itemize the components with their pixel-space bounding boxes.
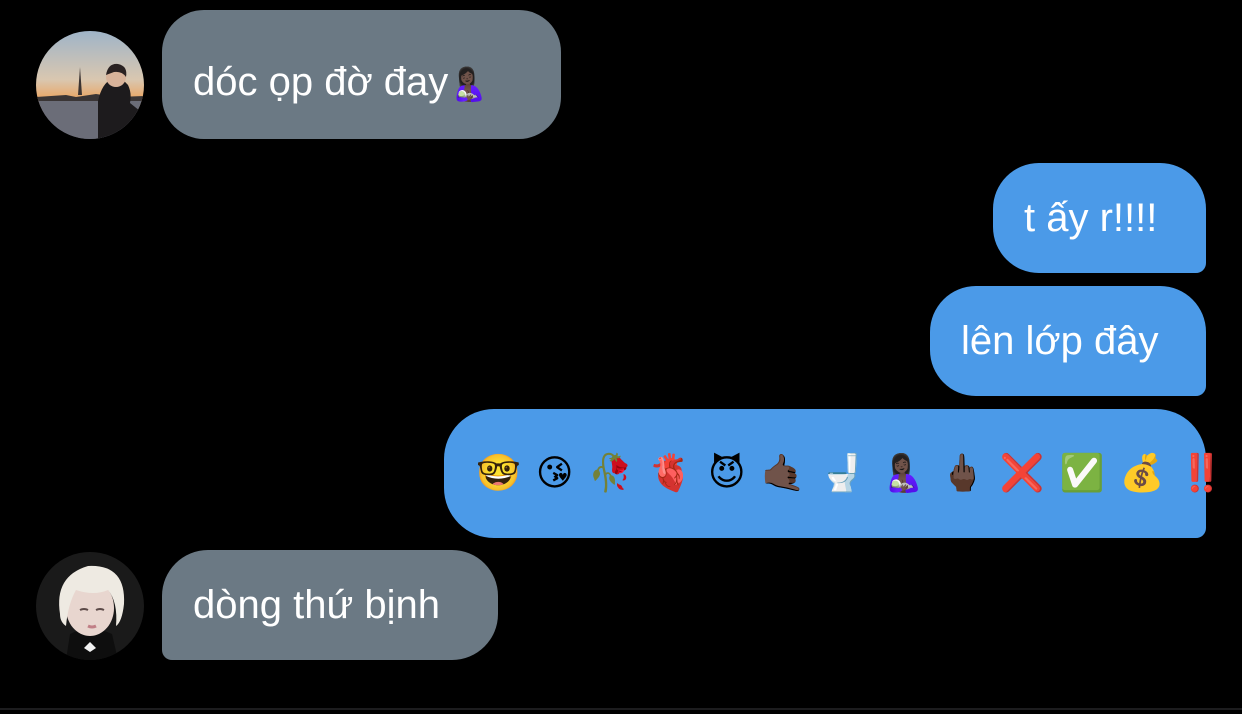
anatomical-heart-emoji-icon: 🫀 <box>648 453 694 494</box>
wilted-rose-emoji-icon: 🥀 <box>588 453 634 494</box>
bottom-divider <box>0 708 1242 710</box>
avatar-photo-icon <box>36 31 144 139</box>
devil-face-emoji-icon: 😈 <box>708 453 746 494</box>
message-text: t ấy r!!!! <box>1024 196 1158 240</box>
emoji-message: 🤓 😘 🥀 🫀 😈 🤙🏿 🚽 🤱🏿 🖕🏿 ❌ ✅ 💰 ‼️ <box>476 450 1224 498</box>
sender-avatar-2[interactable] <box>36 552 144 660</box>
message-text: dóc ọp đờ đay <box>193 60 449 104</box>
money-bag-emoji-icon: 💰 <box>1119 453 1165 494</box>
toilet-emoji-icon: 🚽 <box>820 453 866 494</box>
breastfeeding-emoji-icon: 🤱🏿 <box>448 65 489 103</box>
middle-finger-emoji-icon: 🖕🏿 <box>940 453 985 494</box>
avatar-photo-icon <box>36 552 144 660</box>
call-me-hand-emoji-icon: 🤙🏿 <box>760 453 806 494</box>
nerd-face-emoji-icon: 🤓 <box>476 453 521 494</box>
double-exclamation-emoji-icon: ‼️ <box>1179 453 1225 494</box>
message-text: dòng thứ bịnh <box>193 583 440 627</box>
sender-avatar-1[interactable] <box>36 31 144 139</box>
breastfeeding-emoji-icon: 🤱🏿 <box>880 453 926 494</box>
message-bubble-outgoing[interactable]: t ấy r!!!! <box>993 163 1206 273</box>
message-bubble-outgoing[interactable]: lên lớp đây <box>930 286 1206 396</box>
message-bubble-incoming[interactable]: dóc ọp đờ đay🤱🏿 <box>162 10 561 139</box>
kissing-face-emoji-icon: 😘 <box>535 453 574 494</box>
message-text: lên lớp đây <box>961 319 1159 363</box>
cross-mark-emoji-icon: ❌ <box>999 453 1045 494</box>
message-bubble-incoming[interactable]: dòng thứ bịnh <box>162 550 498 660</box>
check-mark-emoji-icon: ✅ <box>1059 453 1105 494</box>
